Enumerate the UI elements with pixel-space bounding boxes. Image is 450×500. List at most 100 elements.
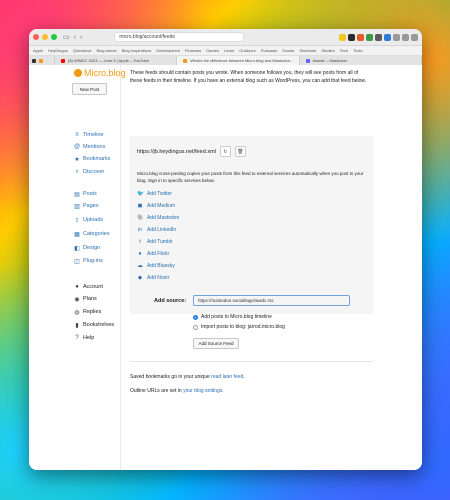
sidebar-item-design[interactable]: ◧ Design <box>74 245 100 252</box>
bookmark-item[interactable]: Podcasts <box>261 48 277 53</box>
sidebar-item-account[interactable]: ● Account <box>74 284 103 290</box>
sidebar-item-label: Categories <box>83 231 110 237</box>
blog-settings-link[interactable]: your blog settings <box>183 388 222 394</box>
service-add-mastodon[interactable]: 🐘 Add Mastodon <box>137 215 179 221</box>
sidebar-item-mentions[interactable]: @ Mentions <box>74 144 105 150</box>
tab-youtube[interactable]: (8) WWDC 2023 — June 5 | Apple – YouTube <box>55 56 178 65</box>
sidebar-item-plug-ins[interactable]: ◫ Plug-ins <box>74 258 103 265</box>
tab-mastodon[interactable]: #wwdc – Mastodon <box>300 56 422 65</box>
extension-icon[interactable] <box>366 33 373 41</box>
sidebar-item-help[interactable]: ? Help <box>74 335 94 341</box>
minimize-window-button[interactable] <box>42 34 48 40</box>
refresh-feed-button[interactable]: ↻ <box>219 146 231 157</box>
service-add-linkedin[interactable]: in Add LinkedIn <box>137 227 176 233</box>
sidebar-item-categories[interactable]: ▦ Categories <box>74 231 110 238</box>
bookmark-item[interactable]: Tools <box>353 48 362 53</box>
sidebar-item-discover[interactable]: ⌕ Discover <box>74 169 104 176</box>
service-add-bluesky[interactable]: ☁ Add Bluesky <box>137 263 175 269</box>
close-window-button[interactable] <box>33 34 39 40</box>
extension-icon[interactable] <box>339 33 346 41</box>
bookmark-item[interactable]: Games <box>206 48 219 53</box>
sidebar-item-uploads[interactable]: ⇪ Uploads <box>74 217 103 224</box>
sidebar-item-replies[interactable]: ◍ Replies <box>74 309 101 316</box>
feed-url: https://jb.heydingus.net/feed.xml <box>137 148 216 155</box>
pages-icon: ▥ <box>74 203 80 210</box>
bookmark-item[interactable]: HeyDingus <box>48 48 68 53</box>
radio-timeline[interactable] <box>193 314 198 320</box>
option-import[interactable]: Import posts to blog: jarrod.micro.blog <box>193 324 285 330</box>
timeline-icon: ≡ <box>75 132 79 138</box>
bookmark-item[interactable]: Blog Admin <box>97 48 117 53</box>
browser-toolbar: ▭ ‹ › micro.blog/account/feeds <box>29 29 422 46</box>
delete-feed-button[interactable]: 🗑 <box>234 146 246 157</box>
extension-icon[interactable] <box>357 33 364 41</box>
bookmark-item[interactable]: Studies <box>321 48 334 53</box>
bookmark-item[interactable]: Quickdeck <box>73 48 92 53</box>
footnote-text: Outline URLs are set in <box>130 388 184 394</box>
pinned-tab-icon <box>32 58 36 63</box>
back-icon[interactable]: ‹ <box>74 34 76 41</box>
address-text: micro.blog/account/feeds <box>119 34 175 40</box>
design-icon: ◧ <box>74 245 80 252</box>
option-label: Import posts to blog: jarrod.micro.blog <box>201 324 285 330</box>
logo[interactable]: Micro.blog <box>74 68 126 78</box>
service-add-flickr[interactable]: ● Add Flickr <box>137 251 169 257</box>
bookmark-item[interactable]: Outdoors <box>239 48 255 53</box>
bookmarks-footnote: Saved bookmarks go in your unique read l… <box>130 374 245 380</box>
option-timeline[interactable]: Add posts to Micro.blog timeline <box>193 314 272 320</box>
service-label: Add Twitter <box>147 191 172 197</box>
mastodon-icon <box>305 58 310 63</box>
service-label: Add Medium <box>147 203 176 209</box>
add-source-feed-button[interactable]: Add Source Feed <box>193 338 239 349</box>
bookmark-item[interactable]: Finances <box>185 48 201 53</box>
sidebar-toggle-icon[interactable]: ▭ <box>63 33 70 41</box>
radio-import[interactable] <box>193 324 198 330</box>
read-later-feed-link[interactable]: read later feed <box>211 374 243 380</box>
service-add-medium[interactable]: ◼ Add Medium <box>137 203 175 209</box>
new-tab-icon[interactable] <box>402 33 409 41</box>
zoom-window-button[interactable] <box>51 34 57 40</box>
forward-icon[interactable]: › <box>80 34 82 41</box>
sidebar-item-posts[interactable]: ▤ Posts <box>74 191 97 198</box>
tab-label: What's the difference between Micro.blog… <box>190 58 294 63</box>
sidebar-item-bookmarks[interactable]: ★ Bookmarks <box>74 156 110 163</box>
source-url-input[interactable]: https://mastodon.social/tags/wwdc.rss <box>193 295 350 306</box>
service-add-nostr[interactable]: ◆ Add Nostr <box>137 275 169 281</box>
extension-icon[interactable] <box>348 33 355 41</box>
new-post-button[interactable]: New Post <box>72 83 107 95</box>
service-add-tumblr[interactable]: t Add Tumblr <box>137 239 172 245</box>
bookmark-item[interactable]: Blog Inspirations <box>122 48 152 53</box>
bluesky-icon: ☁ <box>137 263 143 269</box>
nostr-icon: ◆ <box>137 275 143 281</box>
service-label: Add Flickr <box>147 251 170 257</box>
feed-row: https://jb.heydingus.net/feed.xml ↻ 🗑 <box>137 146 246 157</box>
extension-icon[interactable] <box>375 33 382 41</box>
star-icon: ★ <box>74 156 80 163</box>
bookmark-item[interactable]: Development <box>156 48 180 53</box>
tab-microblog[interactable]: What's the difference between Micro.blog… <box>177 56 300 65</box>
replies-icon: ◍ <box>74 309 80 316</box>
trash-icon: 🗑 <box>237 148 244 155</box>
tabs-overview-icon[interactable] <box>411 33 418 41</box>
service-label: Add LinkedIn <box>147 227 177 233</box>
pinned-tab-icon <box>39 58 43 63</box>
service-add-twitter[interactable]: 🐦 Add Twitter <box>137 191 172 197</box>
bookmark-item[interactable]: Learn <box>224 48 234 53</box>
extension-icon[interactable] <box>384 33 391 41</box>
bookmark-item[interactable]: Shortcuts <box>299 48 316 53</box>
bookmark-item[interactable]: Scouts <box>282 48 294 53</box>
categories-icon: ▦ <box>74 231 80 238</box>
bookmark-item[interactable]: Tech <box>340 48 348 53</box>
share-icon[interactable] <box>393 33 400 41</box>
tab-pinned[interactable] <box>29 56 55 65</box>
bookmarks-bar: Apple HeyDingus Quickdeck Blog Admin Blog In… <box>29 46 422 56</box>
outline-footnote: Outline URLs are set in your blog settin… <box>130 388 224 394</box>
sidebar-item-bookshelves[interactable]: ▮ Bookshelves <box>74 322 114 329</box>
bookmark-item[interactable]: Apple <box>33 48 43 53</box>
sidebar-item-timeline[interactable]: ≡ Timeline <box>74 132 103 138</box>
sidebar-item-pages[interactable]: ▥ Pages <box>74 203 98 210</box>
add-source-label: Add source: <box>154 298 187 304</box>
address-bar[interactable]: micro.blog/account/feeds <box>114 32 245 42</box>
divider <box>130 361 373 362</box>
sidebar-item-plans[interactable]: ◉ Plans <box>74 296 96 303</box>
